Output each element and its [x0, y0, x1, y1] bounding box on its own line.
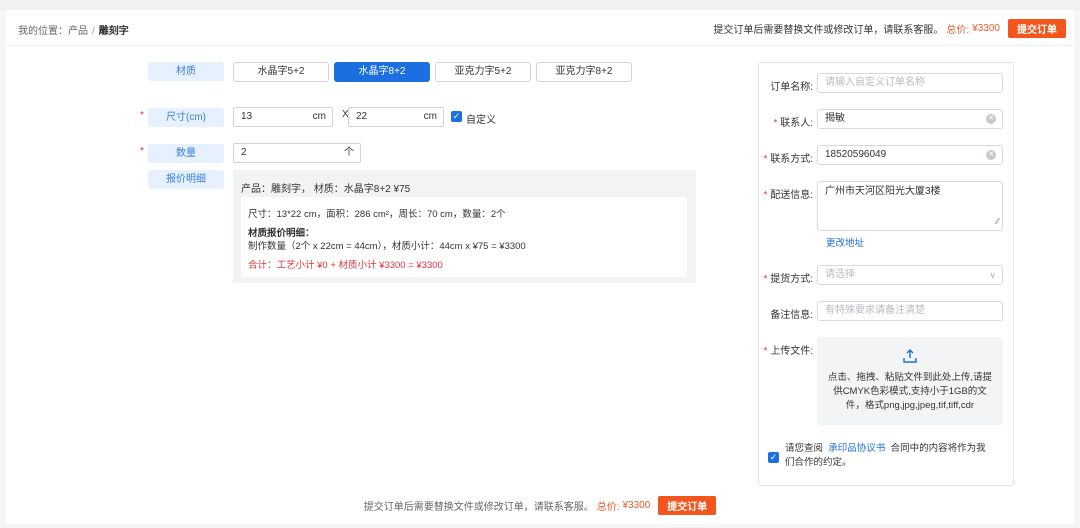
agreement-text: 请您查阅 承印品协议书 合同中的内容将作为我们合作的约定。: [785, 442, 995, 470]
check-icon: ✓: [769, 452, 778, 462]
page-header: 我的位置：产品 / 雕刻字 提交订单后需要替换文件或修改订单，请联系客服。 总价: …: [6, 10, 1074, 46]
header-total-value: ¥3300: [972, 22, 1000, 34]
quantity-label: 数量: [148, 144, 224, 163]
quote-detail-heading: 材质报价明细：: [248, 228, 315, 239]
delivery-placeholder: 请选择: [825, 269, 855, 280]
change-address-link[interactable]: 更改地址: [826, 235, 864, 249]
contact-input[interactable]: 揭敏 ✕: [817, 109, 1003, 129]
footer-submit-button[interactable]: 提交订单: [658, 495, 717, 515]
size-label: 尺寸(cm): [148, 108, 224, 127]
breadcrumb-prefix: 我的位置：: [18, 26, 68, 37]
phone-label: * 联系方式:: [763, 154, 813, 165]
contact-label: * 联系人:: [773, 118, 813, 129]
quote-panel: 产品：雕刻字， 材质：水晶字8+2 ¥75 尺寸：13*22 cm，面积：286…: [233, 170, 696, 283]
agreement-link[interactable]: 承印品协议书: [828, 443, 885, 454]
height-unit: cm: [423, 111, 437, 122]
quantity-unit: 个: [344, 147, 354, 158]
width-input[interactable]: 13 cm: [233, 107, 333, 127]
breadcrumb: 我的位置：产品 / 雕刻字: [18, 22, 129, 37]
delivery-label: * 提货方式:: [763, 274, 813, 285]
footer-note: 提交订单后需要替换文件或修改订单，请联系客服。: [363, 501, 594, 513]
header-summary: 提交订单后需要替换文件或修改订单，请联系客服。 总价: ¥3300 提交订单: [713, 18, 1066, 38]
delivery-select[interactable]: 请选择 ∨: [817, 265, 1003, 285]
quantity-value: 2: [241, 147, 247, 158]
phone-input[interactable]: 18520596049 ✕: [817, 145, 1003, 165]
header-note: 提交订单后需要替换文件或修改订单，请联系客服。: [713, 24, 944, 36]
footer-total-label: 总价:: [596, 501, 620, 513]
required-mark: *: [140, 110, 144, 121]
clear-icon[interactable]: ✕: [986, 114, 996, 124]
quote-total-line: 合计：工艺小计 ¥0 + 材质小计 ¥3300 = ¥3300: [248, 260, 443, 271]
quote-specs: 尺寸：13*22 cm，面积：286 cm²，周长：70 cm，数量：2个: [248, 209, 506, 220]
address-value: 广州市天河区阳光大厦3楼: [825, 186, 941, 197]
check-icon: ✓: [452, 111, 461, 121]
breadcrumb-product[interactable]: 产品: [68, 26, 88, 37]
upload-label: * 上传文件:: [763, 346, 813, 357]
quote-label: 报价明细: [148, 170, 224, 189]
width-unit: cm: [312, 111, 326, 122]
clear-icon[interactable]: ✕: [986, 150, 996, 160]
material-option-4[interactable]: 亚克力字8+2: [536, 62, 632, 82]
material-option-2[interactable]: 水晶字8+2: [334, 62, 430, 82]
quantity-input[interactable]: 2 个: [233, 143, 361, 163]
footer-summary: 提交订单后需要替换文件或修改订单，请联系客服。 总价: ¥3300 提交订单: [6, 490, 1074, 520]
main-card: 我的位置：产品 / 雕刻字 提交订单后需要替换文件或修改订单，请联系客服。 总价: …: [6, 10, 1074, 524]
phone-value: 18520596049: [825, 149, 887, 160]
material-label: 材质: [148, 62, 224, 81]
width-value: 13: [241, 111, 253, 122]
address-textarea[interactable]: 广州市天河区阳光大厦3楼 ⁄⁄: [817, 181, 1003, 231]
material-option-1[interactable]: 水晶字5+2: [233, 62, 329, 82]
contact-value: 揭敏: [825, 113, 845, 124]
quote-title: 产品：雕刻字， 材质：水晶字8+2 ¥75: [241, 184, 411, 195]
address-label: * 配送信息:: [763, 190, 813, 201]
quote-detail-box: 尺寸：13*22 cm，面积：286 cm²，周长：70 cm，数量：2个 材质…: [241, 197, 687, 277]
footer-total-value: ¥3300: [622, 499, 651, 511]
resize-handle-icon[interactable]: ⁄⁄: [996, 215, 999, 229]
header-total-label: 总价:: [946, 24, 970, 36]
remark-input[interactable]: 有特殊要求请备注清楚: [817, 301, 1003, 321]
top-strip: [0, 0, 1080, 10]
agree-checkbox[interactable]: ✓: [768, 452, 779, 463]
height-value: 22: [356, 111, 368, 122]
upload-instructions: 点击、拖拽、粘贴文件到此处上传,请提供CMYK色彩模式,支持小于1GB的文件，格…: [827, 372, 993, 411]
breadcrumb-separator: /: [92, 26, 95, 37]
remark-label: 备注信息:: [770, 310, 813, 321]
breadcrumb-current: 雕刻字: [98, 26, 129, 37]
custom-checkbox[interactable]: ✓: [451, 111, 462, 122]
quote-detail-line: 制作数量（2个 x 22cm = 44cm），材质小计：44cm x ¥75 =…: [248, 241, 526, 252]
chevron-down-icon: ∨: [989, 270, 996, 280]
material-option-3[interactable]: 亚克力字5+2: [435, 62, 531, 82]
height-input[interactable]: 22 cm: [348, 107, 444, 127]
order-name-input[interactable]: 请输入自定义订单名称: [817, 73, 1003, 93]
order-name-label: 订单名称:: [770, 82, 813, 93]
upload-dropzone[interactable]: 点击、拖拽、粘贴文件到此处上传,请提供CMYK色彩模式,支持小于1GB的文件，格…: [817, 337, 1003, 425]
agree-prefix: 请您查阅: [785, 443, 824, 454]
order-panel: 订单名称: 请输入自定义订单名称 * 联系人: 揭敏 ✕ * 联系方式: 185…: [758, 62, 1014, 486]
custom-label: 自定义: [466, 115, 496, 126]
required-mark: *: [140, 146, 144, 157]
header-submit-button[interactable]: 提交订单: [1008, 18, 1066, 38]
upload-icon: [903, 349, 917, 363]
